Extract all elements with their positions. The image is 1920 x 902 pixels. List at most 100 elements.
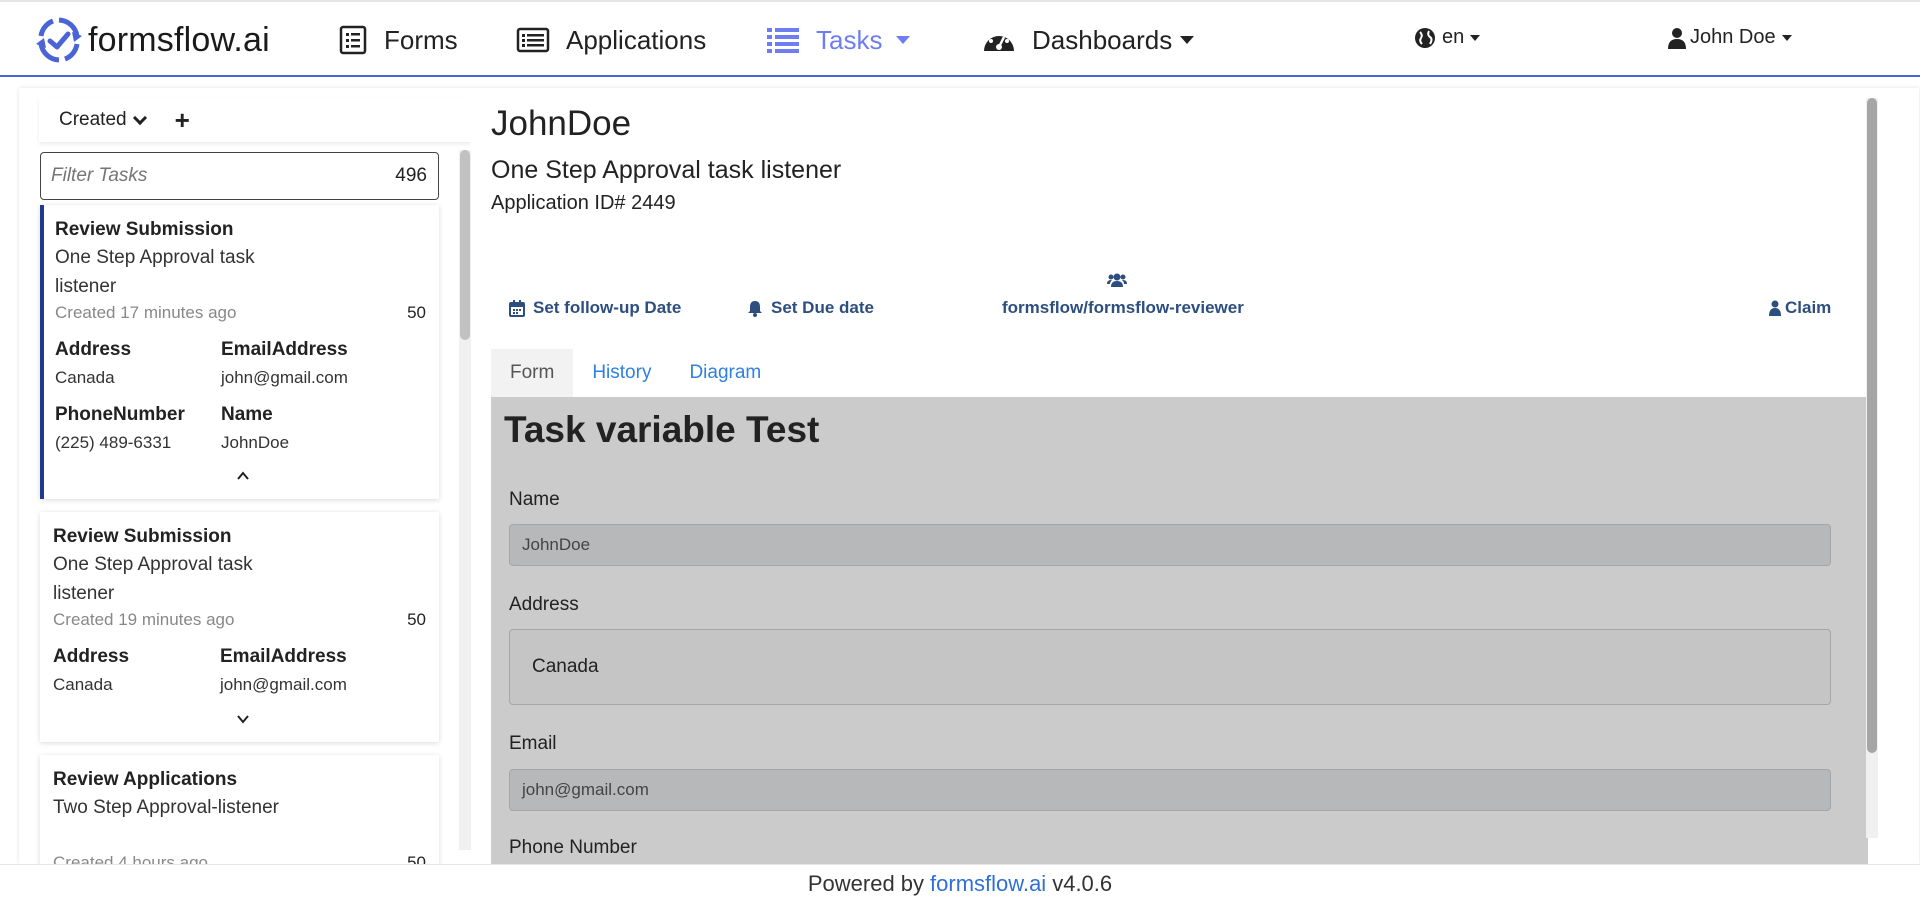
calendar-icon [509, 299, 525, 317]
user-icon [1668, 27, 1686, 49]
tab-history[interactable]: History [573, 349, 670, 397]
task-title: Review Applications [53, 769, 238, 790]
detail-tabs: Form History Diagram [491, 349, 780, 397]
main-content: Created + 496 Review Submission One Step… [19, 88, 1919, 864]
user-name: John Doe [1690, 26, 1776, 48]
variable-label: PhoneNumber [55, 404, 185, 425]
name-field[interactable]: JohnDoe [509, 524, 1831, 566]
task-card[interactable]: Review Submission One Step Approval task… [40, 512, 439, 742]
task-process-name: One Step Approval task listener [55, 247, 255, 297]
brand[interactable]: formsflow.ai [36, 14, 270, 66]
sort-bar: Created + [39, 98, 471, 142]
variable-value: john@gmail.com [220, 675, 347, 694]
caret-down-icon [1781, 34, 1792, 41]
variable-value: john@gmail.com [221, 368, 348, 387]
variable-label: EmailAddress [221, 339, 348, 360]
name-label: Name [509, 489, 560, 510]
variable-value: Canada [55, 368, 115, 387]
email-value: john@gmail.com [522, 780, 649, 799]
tab-form[interactable]: Form [491, 349, 574, 397]
sort-label: Created [59, 109, 127, 130]
name-value: JohnDoe [522, 535, 591, 554]
footer-link[interactable]: formsflow.ai [930, 871, 1046, 897]
claim-label: Claim [1785, 298, 1832, 317]
user-icon [1769, 300, 1781, 316]
tab-diagram[interactable]: Diagram [670, 349, 780, 397]
set-follow-up-date-label: Set follow-up Date [533, 298, 682, 317]
chevron-up-icon[interactable] [236, 469, 250, 483]
task-form: Task variable Test Name JohnDoe Address … [491, 397, 1868, 864]
variable-label: Name [221, 404, 273, 425]
chevron-down-icon [132, 110, 147, 125]
dashboard-gauge-icon [984, 32, 1014, 51]
variable-label: Address [53, 646, 130, 667]
address-field[interactable]: Canada [509, 629, 1831, 705]
caret-down-icon [1180, 36, 1195, 44]
form-heading: Task variable Test [504, 409, 820, 450]
sidebar-scrollbar-thumb[interactable] [460, 150, 470, 340]
user-dropdown[interactable]: John Doe [1668, 26, 1792, 49]
caret-down-icon [1470, 34, 1481, 41]
nav-forms-label: Forms [384, 24, 458, 55]
variable-value: JohnDoe [221, 433, 290, 452]
task-detail-title: JohnDoe [491, 104, 632, 143]
top-navbar: formsflow.ai Forms Applications Tasks Da… [0, 0, 1920, 77]
language-dropdown[interactable]: en [1414, 26, 1481, 49]
task-priority: 50 [407, 303, 426, 322]
nav-dashboards-label: Dashboards [1032, 24, 1173, 55]
task-process-name: One Step Approval task listener [53, 554, 253, 604]
task-detail: JohnDoe One Step Approval task listener … [491, 88, 1891, 864]
variable-label: EmailAddress [220, 646, 347, 667]
email-label: Email [509, 733, 557, 754]
set-follow-up-date-button[interactable]: Set follow-up Date [509, 298, 681, 318]
filter-tasks-input[interactable] [51, 165, 351, 187]
footer-version: v4.0.6 [1052, 870, 1113, 896]
task-detail-process: One Step Approval task listener [491, 156, 842, 184]
address-value: Canada [532, 656, 599, 677]
tasks-list-icon [767, 28, 799, 53]
sidebar-scrollbar[interactable] [459, 150, 471, 850]
nav-applications-label: Applications [566, 24, 707, 55]
globe-icon [1415, 27, 1435, 48]
chevron-down-icon[interactable] [236, 712, 250, 726]
task-process-name: Two Step Approval-listener [53, 797, 280, 818]
task-priority: 50 [407, 853, 426, 864]
footer: Powered by formsflow.ai v4.0.6 [0, 864, 1920, 902]
candidate-group-label: formsflow/formsflow-reviewer [1002, 298, 1244, 317]
nav-applications[interactable]: Applications [516, 20, 706, 60]
task-sidebar: Created + 496 Review Submission One Step… [19, 88, 471, 864]
nav-tasks[interactable]: Tasks [766, 20, 911, 60]
task-created-time: Created 19 minutes ago [53, 610, 235, 629]
detail-scrollbar[interactable] [1866, 98, 1878, 838]
caret-down-icon [896, 36, 911, 44]
nav-tasks-label: Tasks [816, 24, 883, 55]
users-group-icon [1107, 273, 1127, 287]
detail-scrollbar-thumb[interactable] [1867, 98, 1877, 753]
task-card[interactable]: Review Applications Two Step Approval-li… [40, 755, 439, 864]
task-count: 496 [395, 165, 427, 186]
task-created-time: Created 4 hours ago [53, 853, 208, 864]
phone-number-label: Phone Number [509, 837, 637, 858]
set-due-date-button[interactable]: Set Due date [747, 298, 874, 318]
variable-value: (225) 489-6331 [55, 433, 172, 452]
brand-name: formsflow.ai [88, 20, 270, 59]
variable-label: Address [55, 339, 132, 360]
task-title: Review Submission [53, 526, 232, 547]
bell-icon [748, 300, 762, 317]
add-sort-plus-icon[interactable]: + [175, 107, 190, 133]
application-id: Application ID# 2449 [491, 192, 676, 214]
filter-tasks-field[interactable]: 496 [40, 152, 439, 200]
task-title: Review Submission [55, 219, 234, 240]
sync-check-logo-icon [36, 17, 82, 63]
task-priority: 50 [407, 610, 426, 629]
nav-dashboards[interactable]: Dashboards [982, 20, 1195, 60]
address-label: Address [509, 594, 579, 615]
nav-forms[interactable]: Forms [338, 20, 458, 60]
language-label: en [1442, 26, 1465, 48]
claim-button[interactable]: Claim [1769, 298, 1831, 318]
task-card[interactable]: Review Submission One Step Approval task… [40, 205, 439, 499]
sort-dropdown[interactable]: Created [59, 109, 147, 131]
email-field[interactable]: john@gmail.com [509, 769, 1831, 811]
set-due-date-label: Set Due date [771, 298, 874, 317]
candidate-group-button[interactable]: formsflow/formsflow-reviewer [1002, 298, 1244, 318]
